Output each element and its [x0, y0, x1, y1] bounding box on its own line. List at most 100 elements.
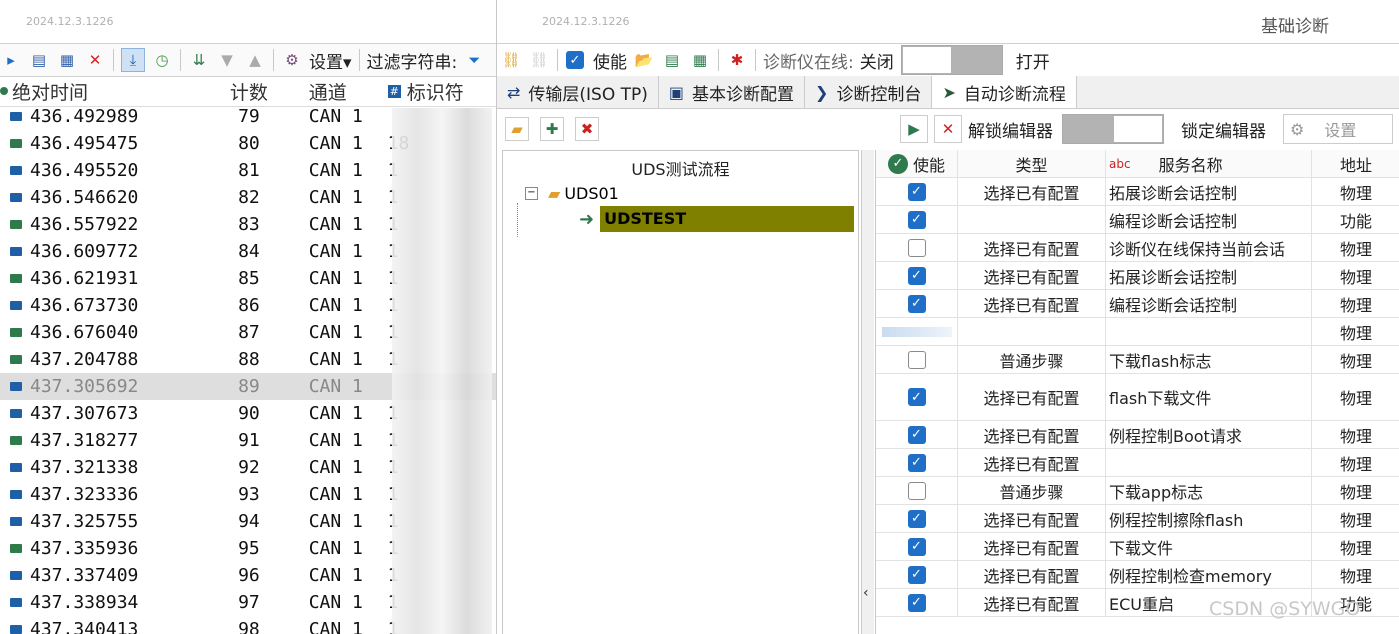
cell-service-name[interactable]: 例程控制擦除flash — [1106, 505, 1312, 532]
splitter[interactable]: ‹ — [861, 150, 874, 634]
import-icon[interactable]: ▰ — [505, 117, 529, 141]
cell-type[interactable] — [958, 318, 1106, 345]
cell-type[interactable]: 选择已有配置 — [958, 505, 1106, 532]
cell-address[interactable]: 物理 — [1312, 505, 1399, 532]
save-icon[interactable]: ▤ — [28, 49, 50, 71]
link-icon[interactable]: ⛓ — [500, 49, 522, 71]
sort-icon[interactable]: ⇊ — [188, 49, 210, 71]
step-row[interactable]: 普通步骤 下载app标志 物理 — [876, 477, 1399, 505]
step-row[interactable]: ✓ 选择已有配置 物理 — [876, 449, 1399, 477]
editor-lock-toggle[interactable] — [1062, 114, 1164, 144]
col-type[interactable]: 类型 — [958, 150, 1106, 177]
cell-type[interactable]: 选择已有配置 — [958, 374, 1106, 420]
cell-address[interactable]: 物理 — [1312, 346, 1399, 373]
cell-address[interactable]: 物理 — [1312, 318, 1399, 345]
save-green-icon[interactable]: ▤ — [661, 49, 683, 71]
cell-type[interactable]: 选择已有配置 — [958, 533, 1106, 560]
step-checkbox[interactable]: ✓ — [907, 565, 926, 584]
enable-checkbox[interactable]: ✓ — [566, 51, 584, 69]
step-checkbox[interactable]: ✓ — [907, 182, 926, 201]
cell-type[interactable] — [958, 206, 1106, 233]
cell-address[interactable]: 物理 — [1312, 449, 1399, 476]
cell-type[interactable]: 选择已有配置 — [958, 262, 1106, 289]
cell-address[interactable]: 物理 — [1312, 561, 1399, 588]
col-service-name[interactable]: abc 服务名称 — [1106, 150, 1312, 177]
step-row[interactable]: ✓ 选择已有配置 例程控制Boot请求 物理 — [876, 421, 1399, 449]
step-checkbox[interactable]: ✓ — [907, 509, 926, 528]
unlink-icon[interactable]: ⛓ — [528, 49, 550, 71]
cell-address[interactable]: 物理 — [1312, 234, 1399, 261]
save-all-icon[interactable]: ▦ — [689, 49, 711, 71]
cell-service-name[interactable]: 拓展诊断会话控制 — [1106, 262, 1312, 289]
cell-service-name[interactable]: 下载app标志 — [1106, 477, 1312, 504]
step-checkbox[interactable]: ✓ — [907, 266, 926, 285]
cell-type[interactable]: 选择已有配置 — [958, 589, 1106, 616]
cell-address[interactable]: 物理 — [1312, 290, 1399, 317]
step-row[interactable]: ✓ 选择已有配置 例程控制检查memory 物理 — [876, 561, 1399, 589]
step-row[interactable]: ✓ 编程诊断会话控制 功能 — [876, 206, 1399, 234]
move-up-icon[interactable]: ▲ — [244, 49, 266, 71]
cell-service-name[interactable] — [1106, 318, 1312, 345]
col-count[interactable]: 计数 — [197, 78, 301, 105]
step-checkbox[interactable]: ✓ — [907, 453, 926, 472]
step-checkbox[interactable]: ✓ — [907, 388, 926, 406]
step-row[interactable]: ✓ 选择已有配置 拓展诊断会话控制 物理 — [876, 262, 1399, 290]
step-row[interactable]: ✓ 选择已有配置 下载文件 物理 — [876, 533, 1399, 561]
run-icon[interactable]: ▶ — [900, 115, 928, 143]
cell-address[interactable]: 物理 — [1312, 421, 1399, 448]
collapse-icon[interactable]: − — [525, 186, 538, 200]
cell-service-name[interactable]: 下载flash标志 — [1106, 346, 1312, 373]
diagnostic-bug-icon[interactable]: ✱ — [726, 49, 748, 71]
step-row[interactable]: ✓ 选择已有配置 例程控制擦除flash 物理 — [876, 505, 1399, 533]
cell-address[interactable]: 物理 — [1312, 374, 1399, 420]
cell-address[interactable]: 功能 — [1312, 206, 1399, 233]
cell-address[interactable]: 物理 — [1312, 533, 1399, 560]
cell-type[interactable]: 选择已有配置 — [958, 449, 1106, 476]
step-row[interactable]: 普通步骤 下载flash标志 物理 — [876, 346, 1399, 374]
tab-console[interactable]: ❯ 诊断控制台 — [805, 76, 933, 108]
col-enable[interactable]: ✓ 使能 — [876, 150, 958, 177]
settings-button[interactable]: ⚙ 设置 — [1283, 114, 1393, 144]
scroll-lock-icon[interactable]: ⤓ — [121, 48, 145, 72]
filter-icon[interactable]: ⏷ — [463, 49, 485, 71]
step-checkbox[interactable]: ✓ — [907, 210, 926, 229]
play-icon[interactable]: ▸ — [0, 49, 22, 71]
step-checkbox[interactable]: ✓ — [907, 537, 926, 556]
step-row[interactable]: ✓ 选择已有配置 编程诊断会话控制 物理 — [876, 290, 1399, 318]
step-row[interactable]: 物理 — [876, 318, 1399, 346]
tab-basic-config[interactable]: ▣ 基本诊断配置 — [659, 76, 806, 108]
cell-type[interactable]: 普通步骤 — [958, 346, 1106, 373]
clear-icon[interactable]: ✕ — [84, 49, 106, 71]
step-row[interactable]: ✓ 选择已有配置 拓展诊断会话控制 物理 — [876, 178, 1399, 206]
cell-service-name[interactable]: 诊断仪在线保持当前会话 — [1106, 234, 1312, 261]
cell-address[interactable]: 物理 — [1312, 262, 1399, 289]
cell-service-name[interactable]: 下载文件 — [1106, 533, 1312, 560]
stop-icon[interactable]: ✕ — [934, 115, 962, 143]
cell-service-name[interactable]: 编程诊断会话控制 — [1106, 290, 1312, 317]
cell-type[interactable]: 选择已有配置 — [958, 178, 1106, 205]
cell-service-name[interactable]: 拓展诊断会话控制 — [1106, 178, 1312, 205]
step-checkbox[interactable] — [907, 238, 926, 257]
cell-service-name[interactable]: 编程诊断会话控制 — [1106, 206, 1312, 233]
cell-service-name[interactable] — [1106, 449, 1312, 476]
delete-step-icon[interactable]: ✖ — [575, 117, 599, 141]
gear-icon[interactable]: ⚙ — [281, 49, 303, 71]
col-address[interactable]: 地址 — [1312, 150, 1399, 177]
cell-service-name[interactable]: 例程控制Boot请求 — [1106, 421, 1312, 448]
col-channel[interactable]: 通道 — [301, 78, 388, 105]
collapse-left-icon[interactable]: ‹ — [863, 585, 869, 601]
cell-address[interactable]: 物理 — [1312, 477, 1399, 504]
tab-auto-flow[interactable]: ➤ 自动诊断流程 — [932, 76, 1077, 108]
cell-address[interactable]: 物理 — [1312, 178, 1399, 205]
open-folder-icon[interactable]: 📂 — [633, 49, 655, 71]
move-down-icon[interactable]: ▼ — [216, 49, 238, 71]
cell-type[interactable]: 普通步骤 — [958, 477, 1106, 504]
clock-icon[interactable]: ◷ — [151, 49, 173, 71]
cell-type[interactable]: 选择已有配置 — [958, 234, 1106, 261]
tab-transport[interactable]: ⇄ 传输层(ISO TP) — [497, 76, 659, 108]
step-checkbox[interactable] — [907, 481, 926, 500]
cell-type[interactable]: 选择已有配置 — [958, 421, 1106, 448]
cell-type[interactable]: 选择已有配置 — [958, 290, 1106, 317]
cell-service-name[interactable]: flash下载文件 — [1106, 374, 1312, 420]
cell-service-name[interactable]: 例程控制检查memory — [1106, 561, 1312, 588]
